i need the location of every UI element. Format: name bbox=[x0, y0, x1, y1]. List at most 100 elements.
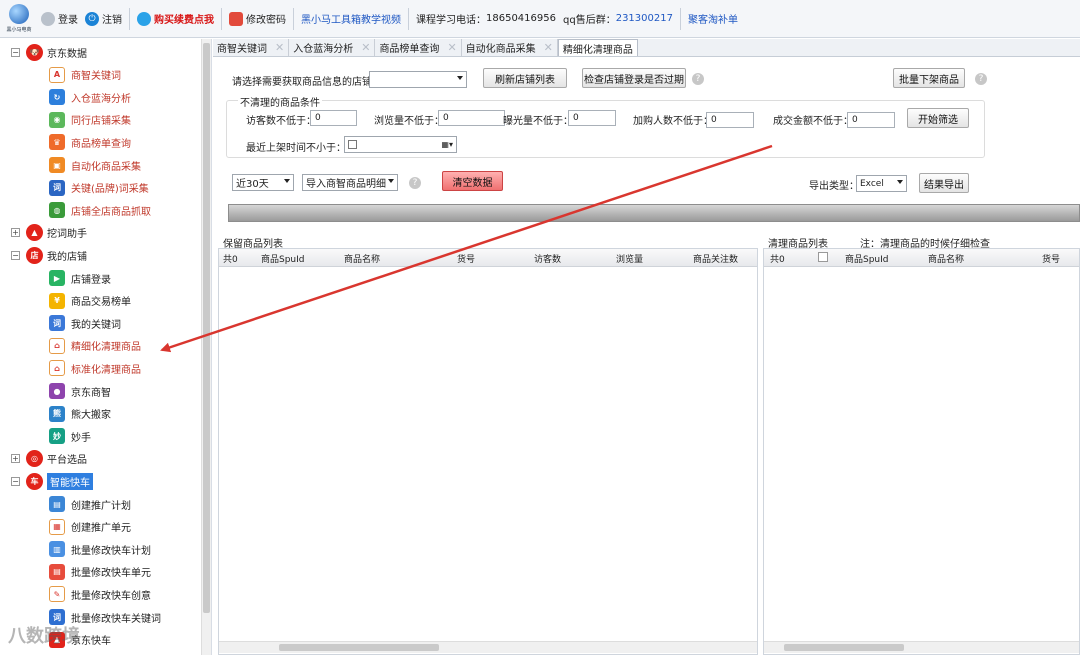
tab-label: 商智关键词 bbox=[217, 44, 267, 55]
sidebar-group-4[interactable]: − 车智能快车 bbox=[0, 470, 93, 492]
column-header[interactable]: 货号 bbox=[457, 252, 475, 265]
sidebar-item[interactable]: ▦ 创建推广单元 bbox=[0, 516, 131, 538]
column-header[interactable]: 浏览量 bbox=[616, 252, 643, 265]
export-button[interactable]: 结果导出 bbox=[919, 173, 969, 193]
expand-icon[interactable]: + bbox=[11, 454, 20, 464]
close-icon[interactable]: ✕ bbox=[544, 41, 553, 54]
creative-icon: ✎ bbox=[49, 586, 65, 603]
sidebar-group-1[interactable]: + ▲ 挖词助手 bbox=[0, 222, 87, 244]
sidebar-item[interactable]: ↻ 入仓蓝海分析 bbox=[0, 86, 131, 108]
sidebar-item-label: 熊大搬家 bbox=[71, 410, 111, 422]
sidebar-group-2[interactable]: − 店我的店铺 bbox=[0, 244, 87, 266]
close-icon[interactable]: ✕ bbox=[361, 41, 370, 54]
collapse-icon[interactable]: − bbox=[11, 250, 20, 260]
target-icon: ◎ bbox=[26, 450, 43, 468]
sidebar-item[interactable]: ◍ 店铺全店商品抓取 bbox=[0, 199, 151, 221]
help-icon[interactable]: ? bbox=[975, 73, 987, 85]
batch-offshelf-button[interactable]: 批量下架商品 bbox=[893, 68, 965, 88]
sidebar-group-0[interactable]: − 🐶 京东数据 bbox=[0, 41, 87, 63]
font-aa-icon: A bbox=[49, 66, 65, 83]
export-type-select[interactable]: Excel bbox=[856, 175, 907, 192]
import-select[interactable]: 导入商智商品明细 bbox=[302, 174, 398, 191]
collapse-icon[interactable]: − bbox=[11, 476, 20, 486]
sidebar-item[interactable]: 妙妙手 bbox=[0, 425, 91, 447]
sidebar-item[interactable]: ⌂ 标准化清理商品 bbox=[0, 357, 141, 379]
clean-products-grid[interactable]: 共0 商品SpuId 商品名称 货号 bbox=[763, 248, 1080, 655]
select-all-checkbox[interactable] bbox=[818, 252, 828, 262]
shop-select[interactable] bbox=[369, 71, 467, 88]
exposure-field[interactable]: 0 bbox=[568, 110, 616, 126]
calendar-icon[interactable]: ▦▾ bbox=[441, 140, 453, 149]
sidebar-item[interactable]: ● 京东商智 bbox=[0, 380, 111, 402]
keep-products-grid[interactable]: 共0 商品SpuId 商品名称 货号 访客数 浏览量 商品关注数 bbox=[218, 248, 758, 655]
fill-orders-link[interactable]: 聚客淘补单 bbox=[688, 11, 738, 26]
close-icon[interactable]: ✕ bbox=[447, 41, 456, 54]
sidebar-item[interactable]: ▤ 批量修改快车单元 bbox=[0, 561, 151, 583]
shield-icon bbox=[137, 11, 151, 26]
horizontal-scrollbar[interactable] bbox=[764, 641, 1079, 653]
sidebar-item[interactable]: ♛ 商品榜单查询 bbox=[0, 131, 131, 153]
tab-3[interactable]: 自动化商品采集 ✕ bbox=[462, 39, 558, 56]
sidebar-item[interactable]: ⌂ 精细化清理商品 bbox=[0, 335, 141, 357]
sidebar-item[interactable]: ✎ 批量修改快车创意 bbox=[0, 583, 151, 605]
views-field[interactable]: 0 bbox=[438, 110, 505, 126]
sidebar-item[interactable]: A 商智关键词 bbox=[0, 64, 121, 86]
change-password-button[interactable]: 修改密码 bbox=[229, 11, 286, 26]
refresh-shop-button[interactable]: 刷新店铺列表 bbox=[483, 68, 567, 88]
sidebar-item[interactable]: ▣ 自动化商品采集 bbox=[0, 154, 141, 176]
tab-2[interactable]: 商品榜单查询 ✕ bbox=[375, 39, 462, 56]
collapse-icon[interactable]: − bbox=[11, 47, 20, 57]
expand-icon[interactable]: + bbox=[11, 228, 20, 238]
column-header[interactable]: 商品SpuId bbox=[261, 252, 305, 265]
sidebar-item[interactable]: 词我的关键词 bbox=[0, 312, 121, 334]
sidebar-item-label: 妙手 bbox=[71, 432, 91, 444]
sidebar-item-label: 商品交易榜单 bbox=[71, 297, 131, 309]
sidebar-item[interactable]: ▥ 批量修改快车计划 bbox=[0, 538, 151, 560]
logout-button[interactable]: ⏻ 注销 bbox=[85, 11, 122, 26]
login-button[interactable]: 登录 bbox=[41, 11, 78, 26]
sidebar-scrollbar[interactable] bbox=[201, 39, 211, 655]
tutorial-video-link[interactable]: 黑小马工具箱教学视频 bbox=[301, 11, 401, 26]
range-select[interactable]: 近30天 bbox=[232, 174, 294, 191]
column-header[interactable]: 商品关注数 bbox=[693, 252, 738, 265]
sidebar-item[interactable]: ◉ 同行店铺采集 bbox=[0, 109, 131, 131]
amount-field[interactable]: 0 bbox=[847, 112, 895, 128]
cart-field[interactable]: 0 bbox=[706, 112, 754, 128]
sidebar-tree: − 🐶 京东数据 A 商智关键词 ↻ 入仓蓝海分析 ◉ 同行店铺采集 ♛ 商品榜单查询 ▣ 自动化商品采… bbox=[0, 39, 212, 655]
tab-0[interactable]: 商智关键词 ✕ bbox=[213, 39, 290, 56]
amount-label: 成交金额不低于： bbox=[773, 116, 853, 127]
sidebar-item[interactable]: ▤ 创建推广计划 bbox=[0, 493, 131, 515]
sidebar-item[interactable]: ▶ 店铺登录 bbox=[0, 267, 111, 289]
sidebar-group-3[interactable]: + ◎ 平台选品 bbox=[0, 448, 87, 470]
course-phone: 课程学习电话： 18650416956 bbox=[416, 13, 556, 26]
column-header[interactable]: 商品名称 bbox=[344, 252, 380, 265]
horizontal-scrollbar[interactable] bbox=[219, 641, 757, 653]
tab-1[interactable]: 入仓蓝海分析 ✕ bbox=[289, 39, 376, 56]
sidebar-item[interactable]: ¥ 商品交易榜单 bbox=[0, 290, 131, 312]
checkbox[interactable] bbox=[348, 140, 357, 149]
visitors-field[interactable]: 0 bbox=[310, 110, 357, 126]
column-header[interactable]: 商品名称 bbox=[928, 252, 964, 265]
tab-4[interactable]: 精细化清理商品 bbox=[557, 39, 638, 56]
column-header[interactable]: 共0 bbox=[770, 252, 785, 265]
listing-date-picker[interactable]: ▦▾ bbox=[344, 136, 457, 153]
check-login-button[interactable]: 检查店铺登录是否过期 bbox=[582, 68, 686, 88]
column-header[interactable]: 共0 bbox=[223, 252, 238, 265]
close-icon[interactable]: ✕ bbox=[275, 41, 284, 54]
sidebar-item[interactable]: 词关键(品牌)词采集 bbox=[0, 177, 149, 199]
buy-points-button[interactable]: 购买续费点我 bbox=[137, 11, 214, 26]
help-icon[interactable]: ? bbox=[692, 73, 704, 85]
tab-label: 商品榜单查询 bbox=[379, 44, 440, 55]
sidebar-group-label: 挖词助手 bbox=[47, 229, 87, 241]
column-header[interactable]: 访客数 bbox=[534, 252, 561, 265]
column-header[interactable]: 货号 bbox=[1042, 252, 1060, 265]
help-icon[interactable]: ? bbox=[409, 177, 421, 189]
start-filter-button[interactable]: 开始筛选 bbox=[907, 108, 969, 128]
sidebar-item-label: 入仓蓝海分析 bbox=[71, 93, 131, 105]
clear-data-button[interactable]: 清空数据 bbox=[442, 171, 503, 191]
sidebar-item[interactable]: 熊熊大搬家 bbox=[0, 403, 111, 425]
trophy-icon: ♛ bbox=[49, 134, 65, 151]
sidebar-item-label: 自动化商品采集 bbox=[71, 161, 141, 173]
shop-icon: 店 bbox=[26, 246, 43, 264]
column-header[interactable]: 商品SpuId bbox=[845, 252, 889, 265]
